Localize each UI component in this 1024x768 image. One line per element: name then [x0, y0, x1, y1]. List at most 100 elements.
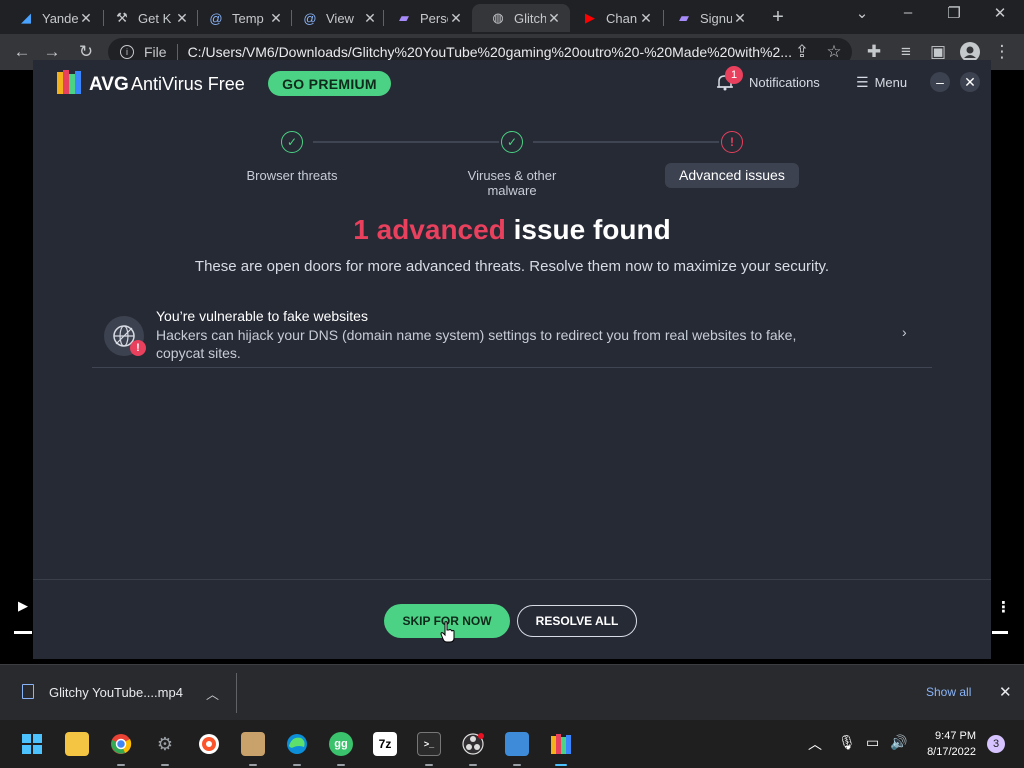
browser-tab[interactable]: ◢ Yande ✕ — [0, 4, 102, 32]
clock-time: 9:47 PM — [935, 730, 976, 742]
app-store-icon[interactable] — [241, 732, 265, 756]
notepad-icon[interactable] — [505, 732, 529, 756]
brave-icon[interactable] — [197, 732, 221, 756]
notification-center-badge[interactable]: 3 — [987, 735, 1005, 753]
close-download-bar-icon[interactable]: ✕ — [999, 683, 1012, 701]
browser-tab[interactable]: @ Temp ✕ — [190, 4, 292, 32]
show-all-link[interactable]: Show all — [926, 685, 971, 699]
network-icon[interactable]: ▭ — [866, 734, 879, 751]
step-label-advanced-issues[interactable]: Advanced issues — [665, 163, 799, 188]
settings-gear-icon[interactable]: ⚙ — [153, 732, 177, 756]
notification-count-badge: 1 — [725, 66, 743, 84]
issue-row[interactable]: ! You’re vulnerable to fake websites Hac… — [92, 300, 932, 368]
avg-footer: SKIP FOR NOW RESOLVE ALL — [33, 579, 991, 659]
browser-tab[interactable]: ⚒ Get K ✕ — [96, 4, 198, 32]
close-tab-icon[interactable]: ✕ — [78, 10, 94, 27]
video-progress-bar[interactable] — [14, 631, 32, 634]
download-divider — [236, 673, 237, 713]
notifications-button[interactable]: 1 Notifications — [715, 66, 820, 92]
running-indicator — [337, 764, 345, 766]
running-indicator — [425, 764, 433, 766]
avg-close-button[interactable]: ✕ — [960, 72, 980, 92]
file-icon — [22, 684, 34, 699]
new-tab-button[interactable]: + — [768, 6, 788, 29]
browser-tab[interactable]: ▶ Chan ✕ — [564, 4, 662, 32]
video-more-icon[interactable]: ⋮ — [996, 598, 1011, 616]
close-tab-icon[interactable]: ✕ — [174, 10, 190, 27]
avg-logo-icon — [57, 70, 81, 94]
download-bar: Glitchy YouTube....mp4 ︿ Show all ✕ — [0, 664, 1024, 720]
step-label-viruses: Viruses & other malware — [467, 168, 557, 198]
headline-count: 1 advanced — [353, 214, 506, 245]
close-tab-icon[interactable]: ✕ — [638, 10, 654, 27]
chrome-icon[interactable] — [109, 732, 133, 756]
running-indicator — [161, 764, 169, 766]
bell-icon: 1 — [715, 66, 743, 92]
gg-app-icon[interactable]: gg — [329, 732, 353, 756]
hamburger-icon: ☰ — [856, 74, 869, 90]
youtube-icon: ▶ — [585, 10, 595, 25]
close-tab-icon[interactable]: ✕ — [268, 10, 284, 27]
resolve-all-button[interactable]: RESOLVE ALL — [517, 605, 637, 637]
microphone-icon[interactable]: 🎙 — [838, 734, 856, 751]
back-icon[interactable]: ← — [10, 40, 34, 64]
tab-search-icon[interactable]: ⌄ — [852, 4, 872, 22]
chevron-up-icon[interactable]: ︿ — [206, 684, 219, 703]
yandex-icon: ◢ — [21, 10, 31, 25]
volume-icon[interactable]: 🔊 — [890, 734, 907, 751]
omnibox-divider — [176, 44, 178, 60]
close-window-icon[interactable]: ✕ — [990, 4, 1010, 22]
avg-taskbar-icon[interactable] — [549, 732, 573, 756]
browser-tab[interactable]: ▰ Signu ✕ — [658, 4, 756, 32]
windows-start-icon[interactable] — [20, 732, 44, 756]
running-indicator — [249, 764, 257, 766]
active-app-indicator — [555, 764, 567, 766]
at-icon: @ — [303, 10, 317, 26]
close-tab-icon[interactable]: ✕ — [546, 10, 562, 27]
show-hidden-icons-icon[interactable]: ︿ — [808, 734, 822, 754]
product-name: AntiVirus Free — [131, 74, 245, 94]
more-menu-icon[interactable]: ⋮ — [990, 40, 1014, 64]
download-file-name[interactable]: Glitchy YouTube....mp4 — [49, 685, 183, 700]
globe-icon: ! — [104, 316, 146, 356]
avg-minimize-button[interactable]: – — [930, 72, 950, 92]
tool-icon: ⚒ — [116, 10, 128, 25]
step-check-icon: ✓ — [501, 131, 523, 153]
7zip-icon[interactable]: 7z — [373, 732, 397, 756]
close-tab-icon[interactable]: ✕ — [732, 10, 748, 27]
page-subtitle: These are open doors for more advanced t… — [194, 258, 830, 275]
terminal-icon[interactable]: >_ — [417, 732, 441, 756]
purple-folder-icon: ▰ — [399, 10, 409, 25]
browser-tab-strip: ◢ Yande ✕ ⚒ Get K ✕ @ Temp ✕ @ View ✕ ▰ … — [0, 0, 1024, 34]
chevron-right-icon[interactable]: › — [902, 324, 907, 340]
hand-cursor-icon — [440, 621, 455, 643]
restore-window-icon[interactable]: ❐ — [944, 4, 964, 22]
browser-tab[interactable]: @ View ✕ — [284, 4, 386, 32]
scheme-label: File — [144, 44, 167, 60]
minimize-window-icon[interactable]: – — [898, 4, 918, 21]
close-tab-icon[interactable]: ✕ — [448, 10, 464, 27]
step-connector — [533, 141, 719, 143]
obs-icon[interactable] — [461, 732, 485, 756]
browser-tab-active[interactable]: ◍ Glitch ✕ — [472, 4, 570, 32]
clock[interactable]: 9:47 PM 8/17/2022 — [918, 728, 976, 760]
go-premium-button[interactable]: GO PREMIUM — [268, 71, 391, 96]
running-indicator — [513, 764, 521, 766]
edge-icon[interactable] — [285, 732, 309, 756]
info-icon[interactable]: i — [120, 45, 134, 59]
running-indicator — [117, 764, 125, 766]
step-connector — [313, 141, 499, 143]
url-text[interactable]: C:/Users/VM6/Downloads/Glitchy%20YouTube… — [188, 44, 796, 60]
headline-rest: issue found — [513, 214, 671, 245]
page-title: 1 advanced issue found — [33, 214, 991, 246]
close-tab-icon[interactable]: ✕ — [362, 10, 378, 27]
menu-button[interactable]: ☰ Menu — [856, 74, 907, 91]
file-explorer-icon[interactable] — [65, 732, 89, 756]
avg-window: AVG AntiVirus Free GO PREMIUM 1 Notifica… — [33, 60, 991, 659]
browser-tab[interactable]: ▰ Perso ✕ — [378, 4, 472, 32]
at-icon: @ — [209, 10, 223, 26]
purple-folder-icon: ▰ — [679, 10, 689, 25]
issue-description: Hackers can hijack your DNS (domain name… — [156, 327, 797, 361]
running-indicator — [469, 764, 477, 766]
play-icon[interactable]: ▶ — [18, 598, 28, 614]
